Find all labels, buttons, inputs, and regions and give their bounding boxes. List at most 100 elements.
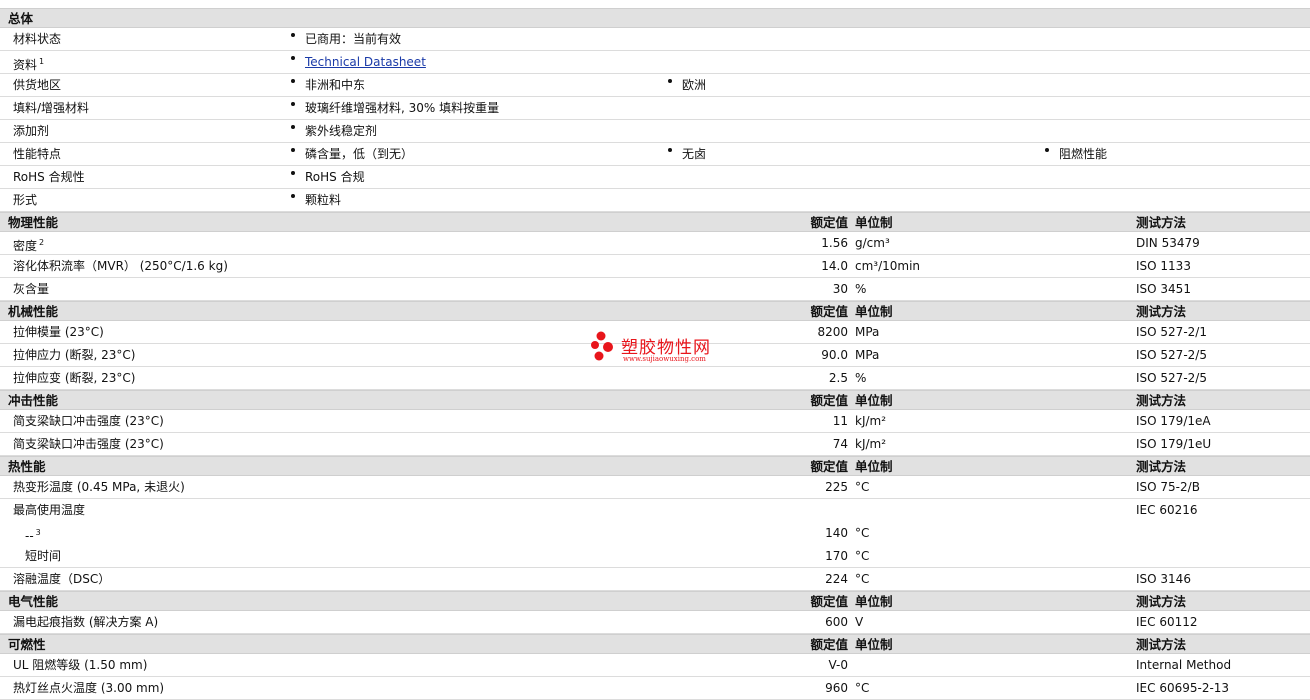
general-row: 性能特点 磷含量，低（到无） 无卤 阻燃性能	[0, 143, 1310, 166]
section-title: 热性能	[8, 459, 46, 474]
property-test-method: IEC 60112	[1136, 615, 1198, 629]
column-header-unit: 单位制	[855, 459, 893, 474]
property-unit: %	[855, 371, 867, 385]
property-test-method: ISO 527-2/1	[1136, 325, 1207, 339]
row-label: 简支梁缺口冲击强度 (23°C)	[13, 433, 164, 455]
row-label-text: 漏电起痕指数 (解决方案 A)	[13, 615, 159, 629]
row-label: 拉伸应变 (断裂, 23°C)	[13, 367, 135, 389]
row-label-text: 填料/增强材料	[13, 101, 90, 115]
footnote-marker: 3	[35, 528, 41, 537]
row-label: 热灯丝点火温度 (3.00 mm)	[13, 677, 164, 699]
row-label-text: 灰含量	[13, 282, 50, 296]
row-label-text: UL 阻燃等级 (1.50 mm)	[13, 658, 148, 672]
row-label-text: 溶融温度（DSC）	[13, 572, 111, 586]
property-test-method: ISO 179/1eA	[1136, 414, 1211, 428]
general-row: RoHS 合规性 RoHS 合规	[0, 166, 1310, 189]
section-header: 可燃性 额定值 单位制 测试方法	[0, 634, 1310, 654]
property-value: 224	[825, 572, 848, 586]
footnote-marker: 1	[39, 57, 45, 66]
section-title: 冲击性能	[8, 393, 59, 408]
property-test-method: IEC 60695-2-13	[1136, 681, 1230, 695]
property-row: 简支梁缺口冲击强度 (23°C) 74 kJ/m² ISO 179/1eU	[0, 433, 1310, 456]
property-row: 溶化体积流率（MVR） (250°C/1.6 kg) 14.0 cm³/10min I…	[0, 255, 1310, 278]
column-header-unit: 单位制	[855, 215, 893, 230]
property-value: 2.5	[828, 371, 848, 385]
column-header-test: 测试方法	[1136, 637, 1187, 652]
property-row: 溶融温度（DSC） 224 °C ISO 3146	[0, 568, 1310, 591]
general-value-item: 无卤	[667, 143, 706, 165]
property-unit: °C	[855, 480, 870, 494]
property-unit: °C	[855, 572, 870, 586]
row-label: 拉伸模量 (23°C)	[13, 321, 104, 343]
row-label-text: 密度	[13, 239, 38, 253]
column-header-value: 额定值	[810, 637, 848, 652]
row-label: 溶融温度（DSC）	[13, 568, 110, 590]
row-label: 资料 1	[13, 51, 44, 76]
row-label-text: RoHS 合规性	[13, 170, 85, 184]
row-label-text: 资料	[13, 58, 38, 72]
row-label: UL 阻燃等级 (1.50 mm)	[13, 654, 147, 676]
column-header-test: 测试方法	[1136, 304, 1187, 319]
column-header-value: 额定值	[810, 304, 848, 319]
row-label: 短时间	[25, 545, 61, 567]
row-label: 添加剂	[13, 120, 49, 142]
property-test-method: IEC 60216	[1136, 503, 1198, 517]
property-row: 漏电起痕指数 (解决方案 A) 600 V IEC 60112	[0, 611, 1310, 634]
property-unit: MPa	[855, 348, 880, 362]
row-label-text: 拉伸模量 (23°C)	[13, 325, 104, 339]
row-label: 密度 2	[13, 232, 44, 257]
general-row: 添加剂 紫外线稳定剂	[0, 120, 1310, 143]
column-header-unit: 单位制	[855, 637, 893, 652]
row-label: RoHS 合规性	[13, 166, 85, 188]
property-test-method: ISO 3451	[1136, 282, 1191, 296]
column-header-test: 测试方法	[1136, 459, 1187, 474]
property-unit: %	[855, 282, 867, 296]
row-label-text: 添加剂	[13, 124, 50, 138]
property-unit: g/cm³	[855, 236, 890, 250]
watermark-url: www.sujiaowuxing.com	[623, 355, 706, 363]
property-unit: °C	[855, 526, 870, 540]
row-label: 最高使用温度	[13, 499, 85, 521]
section-header: 机械性能 额定值 单位制 测试方法	[0, 301, 1310, 321]
property-test-method: ISO 75-2/B	[1136, 480, 1200, 494]
general-value-item: 玻璃纤维增强材料, 30% 填料按重量	[290, 97, 499, 119]
technical-datasheet-link[interactable]: Technical Datasheet	[291, 51, 426, 73]
row-label-text: 材料状态	[13, 32, 62, 46]
property-unit: cm³/10min	[855, 259, 921, 273]
row-label: 形式	[13, 189, 37, 211]
property-test-method: Internal Method	[1136, 658, 1232, 672]
row-label: 拉伸应力 (断裂, 23°C)	[13, 344, 135, 366]
general-row: 供货地区 非洲和中东 欧洲	[0, 74, 1310, 97]
property-test-method: ISO 527-2/5	[1136, 371, 1207, 385]
section-header: 热性能 额定值 单位制 测试方法	[0, 456, 1310, 476]
general-value-item: 非洲和中东	[290, 74, 365, 96]
property-row: UL 阻燃等级 (1.50 mm) V-0 Internal Method	[0, 654, 1310, 677]
row-label: -- 3	[25, 522, 41, 547]
section-header: 物理性能 额定值 单位制 测试方法	[0, 212, 1310, 232]
general-row: 资料 1 Technical Datasheet	[0, 51, 1310, 74]
column-header-test: 测试方法	[1136, 594, 1187, 609]
row-label: 热变形温度 (0.45 MPa, 未退火)	[13, 476, 185, 498]
section-title: 总体	[8, 11, 34, 26]
property-unit: kJ/m²	[855, 414, 887, 428]
watermark-dots-icon	[591, 331, 613, 361]
property-row: -- 3 140 °C	[0, 522, 1310, 545]
property-row: 短时间 170 °C	[0, 545, 1310, 568]
property-value: 14.0	[821, 259, 848, 273]
property-test-method: ISO 3146	[1136, 572, 1191, 586]
property-value: 11	[832, 414, 848, 428]
section-title: 可燃性	[8, 637, 46, 652]
row-label: 简支梁缺口冲击强度 (23°C)	[13, 410, 164, 432]
general-value-item: 欧洲	[667, 74, 706, 96]
general-value-item: 颗粒料	[290, 189, 341, 211]
property-value: V-0	[828, 658, 848, 672]
column-header-unit: 单位制	[855, 594, 893, 609]
property-test-method: ISO 1133	[1136, 259, 1191, 273]
row-label: 溶化体积流率（MVR） (250°C/1.6 kg)	[13, 255, 228, 277]
general-value-item: 阻燃性能	[1044, 143, 1107, 165]
general-value-item: RoHS 合规	[291, 166, 365, 188]
row-label-text: 热灯丝点火温度 (3.00 mm)	[13, 681, 165, 695]
general-value-item: 已商用：当前有效	[290, 28, 401, 50]
property-unit: V	[855, 615, 864, 629]
row-label-text: 性能特点	[13, 147, 62, 161]
